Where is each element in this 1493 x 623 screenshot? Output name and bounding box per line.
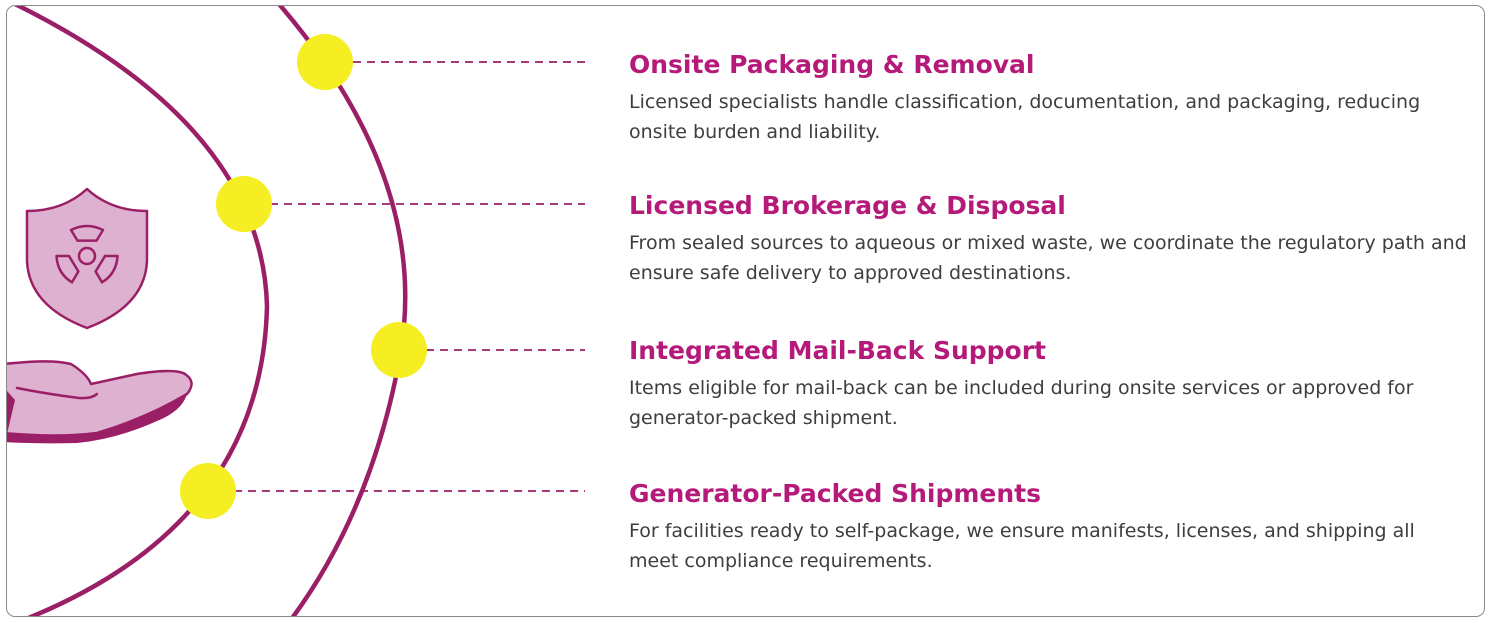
open-hand-icon [7, 360, 193, 444]
timeline-node-2 [216, 176, 272, 232]
timeline-node-1 [297, 34, 353, 90]
service-title: Integrated Mail-Back Support [629, 336, 1046, 365]
service-description: From sealed sources to aqueous or mixed … [629, 232, 1467, 284]
timeline-node-3 [371, 322, 427, 378]
service-title: Generator-Packed Shipments [629, 479, 1042, 508]
timeline-node-4 [180, 463, 236, 519]
service-item-generator-packed: Generator-Packed Shipments For facilitie… [629, 478, 1469, 576]
service-item-licensed-brokerage: Licensed Brokerage & Disposal From seale… [629, 190, 1469, 288]
service-item-mail-back-support: Integrated Mail-Back Support Items eligi… [629, 335, 1469, 433]
outer-arc [277, 6, 408, 616]
inner-arc [14, 6, 270, 616]
radiation-shield-icon [25, 187, 149, 330]
service-description: Licensed specialists handle classificati… [629, 91, 1421, 143]
service-item-onsite-packaging: Onsite Packaging & Removal Licensed spec… [629, 49, 1469, 147]
diagram-panel: Onsite Packaging & Removal Licensed spec… [6, 5, 1485, 617]
service-description: Items eligible for mail-back can be incl… [629, 377, 1414, 429]
service-title: Onsite Packaging & Removal [629, 50, 1035, 79]
service-title: Licensed Brokerage & Disposal [629, 191, 1066, 220]
service-description: For facilities ready to self-package, we… [629, 520, 1415, 572]
